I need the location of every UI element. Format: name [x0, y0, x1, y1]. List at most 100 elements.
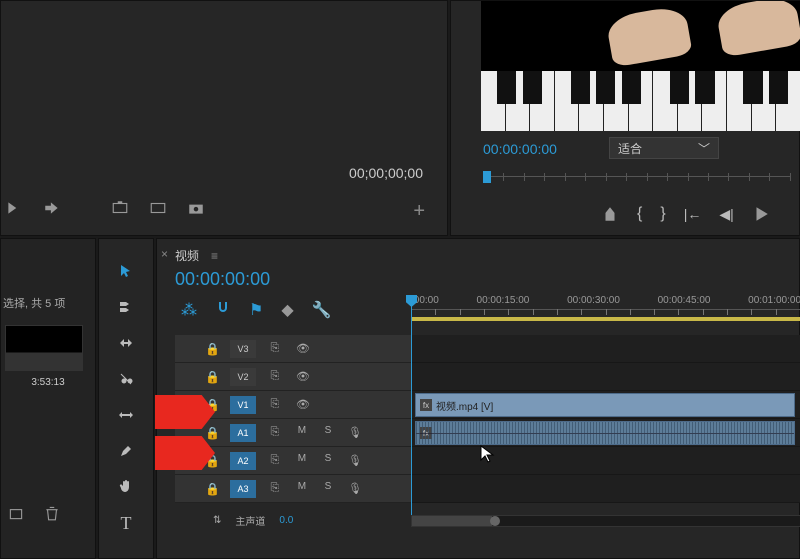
delete-icon[interactable]	[43, 504, 61, 522]
insert-mode-icon[interactable]: ⁂	[181, 300, 197, 320]
eye-icon[interactable]: 👁	[294, 396, 312, 414]
panel-menu-icon[interactable]: ≡	[211, 249, 218, 263]
collapse-icon[interactable]: ⇅	[213, 515, 221, 526]
lock-icon[interactable]: 🔒	[205, 426, 220, 440]
track-tag-v2[interactable]: V2	[230, 368, 256, 386]
ruler-tick-label: 00:00:30:00	[567, 295, 620, 306]
timeline-playhead[interactable]	[411, 295, 412, 515]
razor-tool[interactable]	[114, 367, 138, 391]
voice-over-mic-icon[interactable]: 🎙	[346, 424, 364, 442]
voice-over-mic-icon[interactable]: 🎙	[346, 480, 364, 498]
solo-button[interactable]: S	[320, 453, 336, 469]
zoom-handle-right[interactable]	[490, 516, 500, 526]
type-tool[interactable]: T	[114, 511, 138, 535]
eye-icon[interactable]: 👁	[294, 340, 312, 358]
master-value[interactable]: 0.0	[279, 515, 293, 526]
track-header-a3[interactable]: 🔒 A3 ⎘ M S 🎙	[175, 475, 411, 503]
new-bin-icon[interactable]	[7, 504, 25, 522]
snap-icon[interactable]	[215, 299, 231, 320]
zoom-fit-dropdown[interactable]: 适合 ﹀	[609, 137, 719, 159]
slip-tool[interactable]	[114, 403, 138, 427]
camera-icon[interactable]	[187, 199, 205, 217]
track-body-a1[interactable]: fx	[411, 419, 800, 447]
master-label: 主声道	[235, 513, 265, 528]
track-tag-v1[interactable]: V1	[230, 396, 256, 414]
mute-button[interactable]: M	[294, 425, 310, 441]
sequence-tab-label[interactable]: 视频	[175, 247, 199, 264]
program-monitor-panel: 00:00:00:00 适合 ﹀ { } |← ◀|	[450, 0, 800, 236]
export-frame-icon[interactable]	[111, 199, 129, 217]
sync-lock-icon[interactable]: ⎘	[266, 368, 284, 386]
program-timecode[interactable]: 00:00:00:00	[483, 141, 557, 157]
project-clip-thumbnail[interactable]	[5, 325, 83, 371]
export-frame2-icon[interactable]	[149, 199, 167, 217]
sync-lock-icon[interactable]: ⎘	[266, 424, 284, 442]
close-sequence-icon[interactable]: ×	[161, 247, 168, 261]
ruler-tick-label: 00:01:00:00	[748, 295, 800, 306]
ruler-tick-label: 00:00:45:00	[658, 295, 711, 306]
program-scrubber[interactable]	[483, 169, 791, 183]
program-preview[interactable]	[481, 1, 800, 131]
waveform-icon	[416, 422, 794, 444]
track-body-v1[interactable]: fx 视频.mp4 [V]	[411, 391, 800, 419]
project-clip-duration: 3:53:13	[1, 377, 95, 388]
track-header-v2[interactable]: 🔒 V2 ⎘ 👁	[175, 363, 411, 391]
solo-button[interactable]: S	[320, 481, 336, 497]
sync-lock-icon[interactable]: ⎘	[266, 480, 284, 498]
add-button-icon[interactable]: +	[413, 200, 425, 223]
source-insert-overwrite-row	[5, 199, 205, 217]
ripple-edit-tool[interactable]	[114, 331, 138, 355]
settings-wrench-icon[interactable]: 🔧	[312, 300, 332, 320]
timeline-options: ⁂ ⚑ ◆ 🔧	[181, 299, 332, 320]
master-track-row: ⇅ 主声道 0.0	[175, 509, 411, 531]
pen-tool[interactable]	[114, 439, 138, 463]
insert-icon[interactable]	[43, 199, 61, 217]
source-timecode[interactable]: 00;00;00;00	[349, 165, 423, 181]
video-clip[interactable]: fx 视频.mp4 [V]	[415, 393, 795, 417]
track-body-v3[interactable]	[411, 335, 800, 363]
mark-in-icon[interactable]	[5, 199, 23, 217]
play-icon[interactable]	[752, 205, 770, 223]
mark-out-brace-icon[interactable]: }	[660, 205, 665, 223]
timeline-timecode[interactable]: 00:00:00:00	[175, 269, 270, 290]
timeline-zoom-scrollbar[interactable]	[411, 515, 800, 527]
marker-icon[interactable]: ◆	[281, 300, 293, 320]
program-transport: { } |← ◀|	[601, 205, 770, 223]
track-select-forward-tool[interactable]	[114, 295, 138, 319]
lock-icon[interactable]: 🔒	[205, 482, 220, 496]
scroll-thumb[interactable]	[412, 516, 492, 526]
track-header-v3[interactable]: 🔒 V3 ⎘ 👁	[175, 335, 411, 363]
sync-lock-icon[interactable]: ⎘	[266, 452, 284, 470]
zoom-fit-label: 适合	[618, 140, 642, 157]
track-tag-a3[interactable]: A3	[230, 480, 256, 498]
mark-in-brace-icon[interactable]: {	[637, 205, 642, 223]
mute-button[interactable]: M	[294, 453, 310, 469]
sync-lock-icon[interactable]: ⎘	[266, 340, 284, 358]
voice-over-mic-icon[interactable]: 🎙	[346, 452, 364, 470]
step-back-icon[interactable]: ◀|	[719, 206, 733, 223]
track-body-v2[interactable]	[411, 363, 800, 391]
audio-clip[interactable]: fx	[415, 421, 795, 445]
hand-tool[interactable]	[114, 475, 138, 499]
program-playhead-handle[interactable]	[483, 171, 491, 183]
lock-icon[interactable]: 🔒	[205, 370, 220, 384]
track-header-a1[interactable]: 🔒 A1 ⎘ M S 🎙	[175, 419, 411, 447]
mute-button[interactable]: M	[294, 481, 310, 497]
clip-label: 视频.mp4 [V]	[436, 398, 493, 413]
lock-icon[interactable]: 🔒	[205, 342, 220, 356]
linked-selection-icon[interactable]: ⚑	[249, 300, 263, 320]
add-marker-icon[interactable]	[601, 205, 619, 223]
track-tag-a1[interactable]: A1	[230, 424, 256, 442]
selection-tool[interactable]	[114, 259, 138, 283]
eye-icon[interactable]: 👁	[294, 368, 312, 386]
fx-badge-icon: fx	[420, 399, 432, 411]
track-body-a3[interactable]	[411, 475, 800, 503]
track-tag-v3[interactable]: V3	[230, 340, 256, 358]
chevron-down-icon: ﹀	[698, 140, 710, 157]
go-to-in-icon[interactable]: |←	[684, 206, 702, 222]
track-body-a2[interactable]	[411, 447, 800, 475]
track-tag-a2[interactable]: A2	[230, 452, 256, 470]
sync-lock-icon[interactable]: ⎘	[266, 396, 284, 414]
time-ruler[interactable]: :00:00 00:00:15:00 00:00:30:00 00:00:45:…	[411, 295, 800, 325]
solo-button[interactable]: S	[320, 425, 336, 441]
